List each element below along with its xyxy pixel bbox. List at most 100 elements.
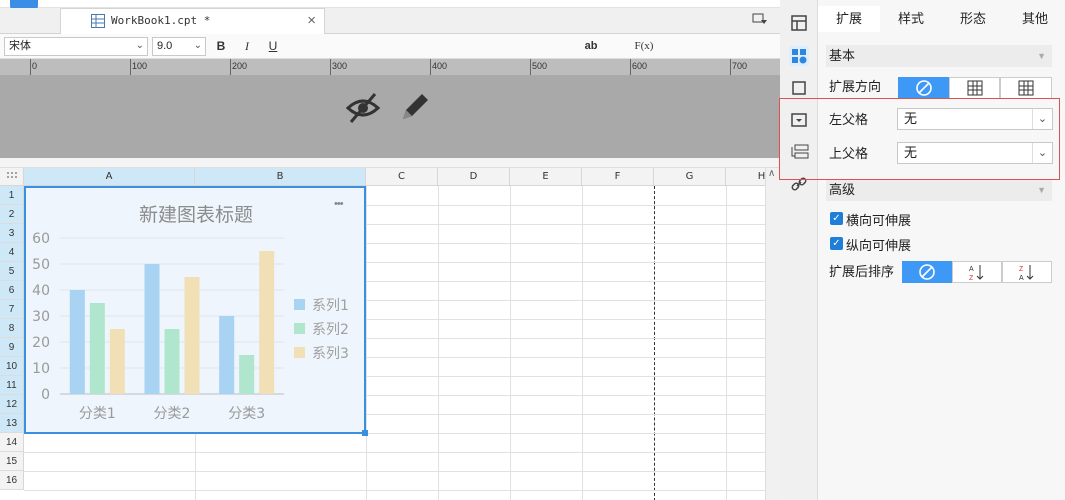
- highlight-box: [779, 98, 1060, 180]
- float-element-icon[interactable]: [791, 80, 807, 96]
- column-header[interactable]: F: [582, 168, 654, 186]
- row-header[interactable]: 11: [0, 376, 24, 395]
- section-advanced[interactable]: 高级 ▼: [826, 179, 1052, 201]
- row-header[interactable]: 14: [0, 433, 24, 452]
- row-header[interactable]: 6: [0, 281, 24, 300]
- row-header[interactable]: 12: [0, 395, 24, 414]
- x-tick-label: 分类3: [228, 406, 265, 422]
- sort-descending-button[interactable]: ZA: [1002, 261, 1052, 283]
- h-stretch-label: 横向可伸展: [846, 213, 912, 228]
- h-stretch-checkbox[interactable]: ✓: [830, 212, 843, 225]
- ruler-tick: 0: [32, 61, 38, 71]
- chevron-down-icon: ⌄: [193, 40, 202, 51]
- hide-eye-icon[interactable]: [345, 90, 381, 126]
- expand-horizontal-button[interactable]: [1000, 77, 1052, 99]
- row-header[interactable]: 5: [0, 262, 24, 281]
- row-header[interactable]: 1: [0, 186, 24, 205]
- x-tick-label: 分类1: [79, 406, 116, 422]
- column-header[interactable]: B: [195, 168, 366, 186]
- resize-handle[interactable]: [362, 430, 368, 436]
- header-separator: [0, 158, 780, 168]
- top-strip: [0, 0, 780, 8]
- edit-pencil-icon[interactable]: [398, 90, 432, 124]
- tab-menu-icon[interactable]: [752, 12, 768, 26]
- sort-none-button[interactable]: [902, 261, 952, 283]
- expand-none-button[interactable]: [898, 77, 949, 99]
- section-advanced-label: 高级: [829, 182, 856, 197]
- caret-down-icon: ▼: [1037, 185, 1046, 195]
- y-tick-label: 0: [41, 387, 50, 403]
- page-header-area: [0, 75, 780, 158]
- tab-other[interactable]: 其他: [1004, 6, 1065, 32]
- y-tick-label: 20: [32, 335, 50, 351]
- chart-more-icon[interactable]: •••: [334, 198, 344, 210]
- column-header[interactable]: E: [510, 168, 582, 186]
- row-header[interactable]: 2: [0, 205, 24, 224]
- section-basic-label: 基本: [829, 48, 856, 63]
- column-header[interactable]: H: [726, 168, 765, 186]
- ruler-tick: 200: [232, 61, 248, 71]
- chart-title: 新建图表标题: [139, 204, 253, 226]
- svg-text:A: A: [1019, 275, 1024, 281]
- workbook-tab-label: WorkBook1.cpt *: [111, 14, 211, 27]
- horizontal-ruler: 0 100 200 300 400 500 600 700: [0, 59, 780, 75]
- cell-attribute-icon[interactable]: [789, 46, 809, 66]
- sort-after-label: 扩展后排序: [829, 264, 895, 279]
- bar: [259, 251, 275, 394]
- legend-swatch: [294, 323, 305, 334]
- text-button[interactable]: ab: [583, 38, 599, 55]
- bar: [89, 303, 105, 394]
- ruler-tick: 300: [332, 61, 348, 71]
- row-header[interactable]: 10: [0, 357, 24, 376]
- tab-shape[interactable]: 形态: [942, 6, 1004, 32]
- tab-expand[interactable]: 扩展: [818, 6, 880, 32]
- v-stretch-label: 纵向可伸展: [846, 238, 912, 253]
- property-icon-bar: [780, 0, 818, 500]
- font-size-select[interactable]: 9.0 ⌄: [152, 37, 206, 56]
- row-header[interactable]: 16: [0, 471, 24, 490]
- row-header[interactable]: 15: [0, 452, 24, 471]
- worksheet-icon: [91, 14, 105, 28]
- column-header[interactable]: D: [438, 168, 510, 186]
- y-tick-label: 10: [32, 361, 50, 377]
- vertical-scrollbar[interactable]: ∧: [765, 168, 780, 500]
- y-tick-label: 50: [32, 257, 50, 273]
- ruler-tick: 100: [132, 61, 148, 71]
- bar: [109, 329, 125, 394]
- workbook-tab[interactable]: WorkBook1.cpt * ×: [60, 8, 325, 34]
- cell-element-icon[interactable]: [791, 15, 807, 31]
- svg-text:A: A: [969, 266, 974, 273]
- svg-text:Z: Z: [1019, 266, 1024, 273]
- sort-ascending-button[interactable]: AZ: [952, 261, 1002, 283]
- close-tab-icon[interactable]: ×: [307, 12, 316, 29]
- legend-label: 系列1: [312, 298, 349, 314]
- svg-text:Z: Z: [969, 275, 974, 281]
- ruler-tick: 400: [432, 61, 448, 71]
- formula-button[interactable]: F(x): [634, 38, 654, 55]
- row-header[interactable]: 8: [0, 319, 24, 338]
- column-header[interactable]: C: [366, 168, 438, 186]
- row-header[interactable]: 13: [0, 414, 24, 433]
- bar: [69, 290, 85, 394]
- row-header[interactable]: 9: [0, 338, 24, 357]
- tab-style[interactable]: 样式: [880, 6, 942, 32]
- italic-button[interactable]: I: [240, 38, 254, 55]
- underline-button[interactable]: U: [266, 38, 280, 55]
- column-header[interactable]: G: [654, 168, 726, 186]
- scroll-up-icon[interactable]: ∧: [768, 168, 775, 179]
- ruler-tick: 600: [632, 61, 648, 71]
- bar: [219, 316, 235, 394]
- chart-container[interactable]: 新建图表标题 0 10 20 30 40 50 60 分类1 分类2 分类3 系列1 系列2 系列3 ••…: [24, 186, 366, 434]
- select-all-corner[interactable]: [0, 168, 24, 186]
- v-stretch-checkbox[interactable]: ✓: [830, 237, 843, 250]
- ruler-tick: 500: [532, 61, 548, 71]
- row-header[interactable]: 4: [0, 243, 24, 262]
- column-header[interactable]: A: [24, 168, 195, 186]
- bold-button[interactable]: B: [214, 38, 228, 55]
- expand-vertical-button[interactable]: [949, 77, 1000, 99]
- row-header[interactable]: 7: [0, 300, 24, 319]
- font-family-select[interactable]: 宋体 ⌄: [4, 37, 148, 56]
- row-header[interactable]: 3: [0, 224, 24, 243]
- y-tick-label: 40: [32, 283, 50, 299]
- section-basic[interactable]: 基本 ▼: [826, 45, 1052, 67]
